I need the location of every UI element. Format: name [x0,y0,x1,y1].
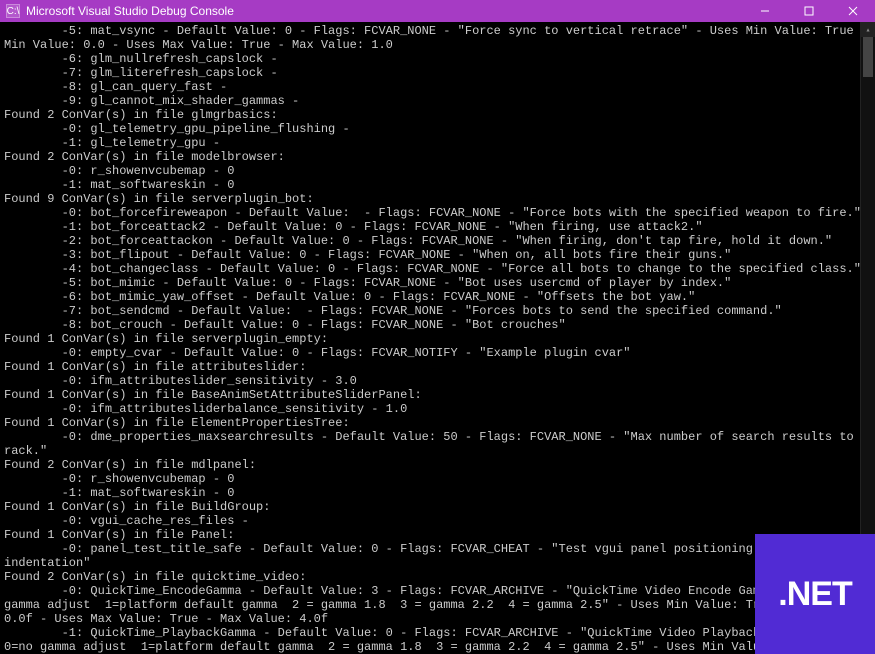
console-line: Found 1 ConVar(s) in file serverplugin_e… [4,332,871,346]
titlebar: C:\ Microsoft Visual Studio Debug Consol… [0,0,875,22]
console-line: -1: QuickTime_PlaybackGamma - Default Va… [4,626,871,654]
console-line: -0: vgui_cache_res_files - [4,514,871,528]
console-line: -1: mat_softwareskin - 0 [4,178,871,192]
console-line: -3: bot_flipout - Default Value: 0 - Fla… [4,248,871,262]
console-line: -8: bot_crouch - Default Value: 0 - Flag… [4,318,871,332]
console-line: Found 2 ConVar(s) in file mdlpanel: [4,458,871,472]
console-line: Found 1 ConVar(s) in file ElementPropert… [4,416,871,430]
console-line: -0: r_showenvcubemap - 0 [4,472,871,486]
console-line: -0: panel_test_title_safe - Default Valu… [4,542,871,570]
console-line: Found 2 ConVar(s) in file modelbrowser: [4,150,871,164]
console-line: Found 1 ConVar(s) in file BaseAnimSetAtt… [4,388,871,402]
scroll-thumb[interactable] [863,37,873,77]
console-line: Found 1 ConVar(s) in file BuildGroup: [4,500,871,514]
console-line: Found 9 ConVar(s) in file serverplugin_b… [4,192,871,206]
console-line: -0: empty_cvar - Default Value: 0 - Flag… [4,346,871,360]
console-line: -9: gl_cannot_mix_shader_gammas - [4,94,871,108]
console-line: -0: r_showenvcubemap - 0 [4,164,871,178]
console-line: -0: bot_forcefireweapon - Default Value:… [4,206,871,220]
console-line: -1: gl_telemetry_gpu - [4,136,871,150]
console-line: -6: bot_mimic_yaw_offset - Default Value… [4,290,871,304]
console-line: -7: glm_literefresh_capslock - [4,66,871,80]
console-line: -8: gl_can_query_fast - [4,80,871,94]
console-line: -0: dme_properties_maxsearchresults - De… [4,430,871,458]
console-line: Found 2 ConVar(s) in file quicktime_vide… [4,570,871,584]
close-button[interactable] [831,0,875,22]
console-line: -1: mat_softwareskin - 0 [4,486,871,500]
console-line: -0: ifm_attributeslider_sensitivity - 3.… [4,374,871,388]
console-line: Found 1 ConVar(s) in file Panel: [4,528,871,542]
console-line: -1: bot_forceattack2 - Default Value: 0 … [4,220,871,234]
console-line: -0: gl_telemetry_gpu_pipeline_flushing - [4,122,871,136]
window-controls [743,0,875,22]
console-line: -2: bot_forceattackon - Default Value: 0… [4,234,871,248]
console-line: -7: bot_sendcmd - Default Value: - Flags… [4,304,871,318]
console-line: -5: mat_vsync - Default Value: 0 - Flags… [4,24,871,52]
window-title: Microsoft Visual Studio Debug Console [26,4,743,18]
console-line: Found 1 ConVar(s) in file attributeslide… [4,360,871,374]
console-line: -5: bot_mimic - Default Value: 0 - Flags… [4,276,871,290]
console-line: -0: QuickTime_EncodeGamma - Default Valu… [4,584,871,626]
console-line: Found 2 ConVar(s) in file glmgrbasics: [4,108,871,122]
console-icon: C:\ [6,4,20,18]
console-line: -6: glm_nullrefresh_capslock - [4,52,871,66]
console-line: -0: ifm_attributesliderbalance_sensitivi… [4,402,871,416]
dotnet-logo: .NET [755,534,875,654]
minimize-button[interactable] [743,0,787,22]
maximize-button[interactable] [787,0,831,22]
console-line: -4: bot_changeclass - Default Value: 0 -… [4,262,871,276]
scroll-up-button[interactable]: ▴ [861,22,875,37]
console-output: -5: mat_vsync - Default Value: 0 - Flags… [0,22,875,654]
